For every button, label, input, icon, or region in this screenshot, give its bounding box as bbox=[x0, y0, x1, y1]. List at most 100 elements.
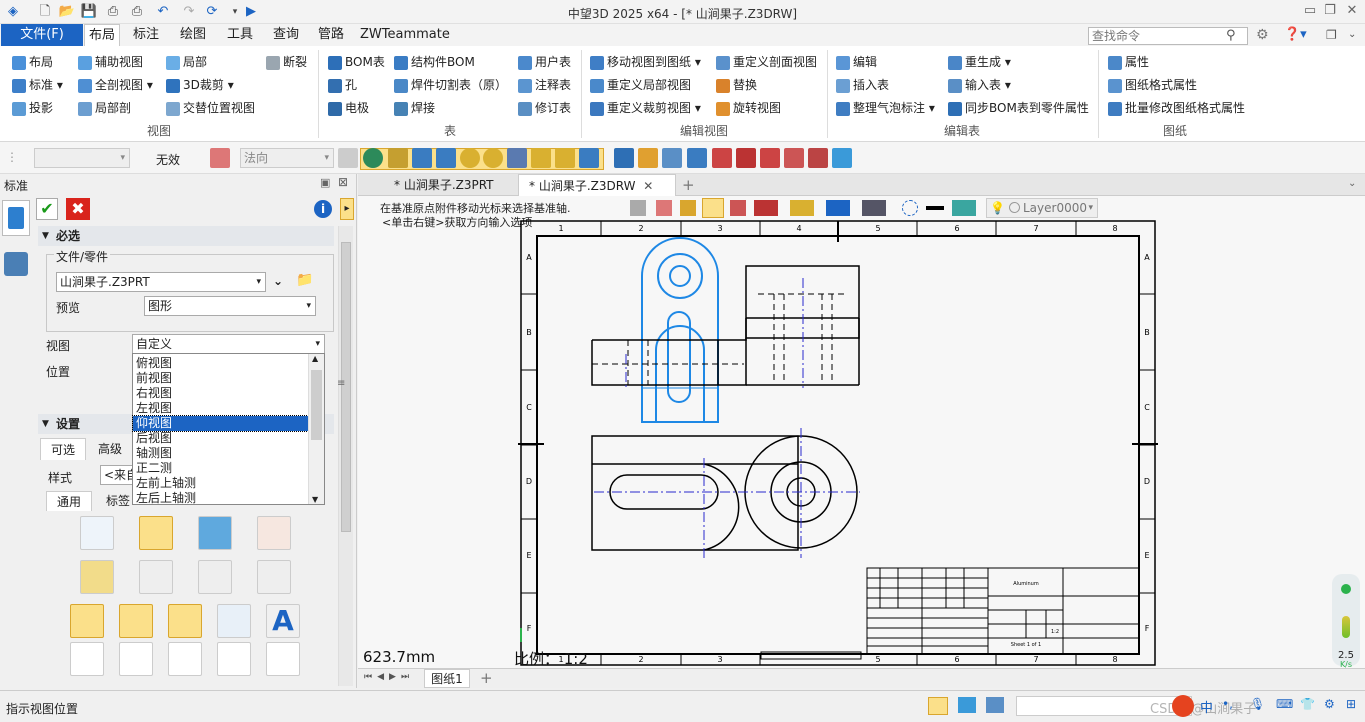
snap-center-icon[interactable] bbox=[483, 148, 503, 168]
add-tab-icon[interactable]: + bbox=[682, 176, 695, 194]
tab-general[interactable]: 通用 bbox=[46, 491, 92, 511]
ribbon-redefine-detail-button[interactable]: 重定义局部视图 bbox=[590, 75, 691, 95]
view-option[interactable]: 左后上轴测 bbox=[133, 491, 308, 506]
tab-annotate[interactable]: 标注 bbox=[128, 24, 164, 46]
dropdown-scroll-thumb[interactable] bbox=[311, 370, 322, 440]
cancel-button[interactable]: ✖ bbox=[66, 198, 90, 220]
ribbon-note-table-button[interactable]: 注释表 bbox=[518, 75, 571, 95]
snap-icon[interactable] bbox=[338, 148, 358, 168]
tab-zwteammate[interactable]: ZWTeammate bbox=[360, 24, 450, 46]
table-number-icon[interactable] bbox=[266, 642, 300, 676]
smooth-edge-icon[interactable] bbox=[198, 560, 232, 594]
align-icon[interactable] bbox=[687, 148, 707, 168]
pick-filter-icon[interactable] bbox=[210, 148, 230, 168]
dropdown-scrollbar[interactable]: ▲ ▼ bbox=[308, 354, 324, 504]
open-file-icon[interactable]: 📂 bbox=[58, 3, 76, 21]
ribbon-full-section-button[interactable]: 全剖视图 ▾ bbox=[78, 75, 153, 95]
snap-midpoint-icon[interactable] bbox=[436, 148, 456, 168]
tab-piping[interactable]: 管路 bbox=[313, 24, 349, 46]
ribbon-break-button[interactable]: 断裂 bbox=[266, 52, 307, 72]
snap-arc-icon[interactable] bbox=[555, 148, 575, 168]
status-table-icon[interactable] bbox=[928, 697, 948, 715]
tab-optional[interactable]: 可选 bbox=[40, 438, 86, 460]
ribbon-bom-button[interactable]: BOM表 bbox=[328, 52, 385, 72]
tangent-edge-icon[interactable] bbox=[139, 560, 173, 594]
ribbon-redefine-crop-button[interactable]: 重定义裁剪视图 ▾ bbox=[590, 98, 701, 118]
view-option[interactable]: 轴测图 bbox=[133, 446, 308, 461]
ribbon-rotate-view-button[interactable]: 旋转视图 bbox=[716, 98, 781, 118]
brush-icon[interactable] bbox=[760, 148, 780, 168]
layer-tool-icon[interactable] bbox=[862, 200, 886, 216]
run-icon[interactable]: ▶ bbox=[242, 3, 260, 21]
view-option[interactable]: 正二测 bbox=[133, 461, 308, 476]
ribbon-move-view-button[interactable]: 移动视图到图纸 ▾ bbox=[590, 52, 701, 72]
view-option[interactable]: 俯视图 bbox=[133, 356, 308, 371]
direction-select[interactable]: 法向 ▾ bbox=[240, 148, 334, 168]
close-tab-icon[interactable]: ✕ bbox=[643, 179, 653, 193]
ime-punct-icon[interactable]: •, bbox=[1222, 697, 1233, 711]
ribbon-input-table-button[interactable]: 输入表 ▾ bbox=[948, 75, 1011, 95]
search-icon[interactable]: ⚲ bbox=[1226, 28, 1236, 43]
delete-format-icon[interactable] bbox=[712, 148, 732, 168]
monitor-icon[interactable] bbox=[958, 697, 976, 713]
scroll-up-icon[interactable]: ▲ bbox=[312, 354, 318, 363]
hidden-edge-icon[interactable] bbox=[257, 560, 291, 594]
text-icon[interactable]: A bbox=[266, 604, 300, 638]
color-tool-icon[interactable] bbox=[952, 200, 976, 216]
snap-perp-icon[interactable] bbox=[579, 148, 599, 168]
ribbon-alt-position-button[interactable]: 交替位置视图 bbox=[166, 98, 255, 118]
panel-toggle-icon[interactable]: ❐ bbox=[1326, 28, 1337, 42]
snap-curve-icon[interactable] bbox=[507, 148, 527, 168]
hatch-icon[interactable] bbox=[217, 642, 251, 676]
ribbon-struct-bom-button[interactable]: 结构件BOM bbox=[394, 52, 475, 72]
file-select[interactable]: 山涧果子.Z3PRT ▾ bbox=[56, 272, 266, 292]
ime-grid-icon[interactable]: ⊞ bbox=[1346, 697, 1356, 711]
hidden-line-icon[interactable] bbox=[139, 516, 173, 550]
tab-query[interactable]: 查询 bbox=[268, 24, 304, 46]
ribbon-detail-button[interactable]: 局部 bbox=[166, 52, 207, 72]
help-icon[interactable]: ❓▾ bbox=[1284, 27, 1307, 42]
ribbon-partial-section-button[interactable]: 局部剖 bbox=[78, 98, 131, 118]
add-sheet-icon[interactable]: + bbox=[480, 669, 493, 687]
selection-circle-icon[interactable] bbox=[902, 200, 918, 216]
sheet-nav-icons[interactable]: ⏮◀▶⏭ bbox=[364, 672, 414, 682]
axis-icon[interactable] bbox=[119, 642, 153, 676]
ime-chinese-icon[interactable]: 中 bbox=[1200, 697, 1213, 716]
cube-icon[interactable] bbox=[614, 148, 634, 168]
ribbon-layout-button[interactable]: 布局 bbox=[12, 52, 53, 72]
expand-icon[interactable]: ⌄ bbox=[1348, 29, 1356, 40]
snap-play-icon[interactable] bbox=[363, 148, 383, 168]
tab-draw[interactable]: 绘图 bbox=[175, 24, 211, 46]
snap-circle-tool-icon[interactable] bbox=[790, 200, 814, 216]
ribbon-projection-button[interactable]: 投影 bbox=[12, 98, 53, 118]
projection-side-tab-icon[interactable] bbox=[4, 252, 28, 276]
ribbon-electrode-button[interactable]: 电极 bbox=[328, 98, 369, 118]
bracket-icon[interactable] bbox=[808, 148, 828, 168]
folder-icon[interactable]: 📁 bbox=[296, 272, 313, 288]
ribbon-replace-button[interactable]: 替换 bbox=[716, 75, 757, 95]
paint-icon[interactable] bbox=[662, 148, 682, 168]
ribbon-edit-button[interactable]: 编辑 bbox=[836, 52, 877, 72]
snap-point-icon[interactable] bbox=[388, 148, 408, 168]
redo-icon[interactable]: ↷ bbox=[180, 3, 198, 21]
ribbon-weld-button[interactable]: 焊接 bbox=[394, 98, 435, 118]
save-icon[interactable]: 💾 bbox=[80, 3, 98, 21]
line-weight-icon[interactable] bbox=[926, 206, 944, 210]
grid-icon[interactable] bbox=[736, 148, 756, 168]
ok-button[interactable]: ✔ bbox=[36, 198, 58, 220]
ribbon-insert-table-button[interactable]: 插入表 bbox=[836, 75, 889, 95]
doc-tab-z3drw[interactable]: * 山涧果子.Z3DRW ✕ bbox=[518, 174, 676, 196]
doc-tab-z3prt[interactable]: * 山涧果子.Z3PRT bbox=[384, 174, 504, 196]
view-option[interactable]: 左前上轴测 bbox=[133, 476, 308, 491]
print-icon[interactable]: ⎙ bbox=[104, 3, 122, 21]
tab-layout[interactable]: 布局 bbox=[84, 24, 120, 46]
marker-icon[interactable] bbox=[638, 148, 658, 168]
gear-icon[interactable]: ⚙ bbox=[1256, 27, 1269, 43]
preview-select[interactable]: 图形 ▾ bbox=[144, 296, 316, 316]
ribbon-arrange-balloon-button[interactable]: 整理气泡标注 ▾ bbox=[836, 98, 935, 118]
ribbon-batch-format-button[interactable]: 批量修改图纸格式属性 bbox=[1108, 98, 1245, 118]
drawing-sheet[interactable]: 12345678 1235678 ABCDEF ABCDEF Aluminum … bbox=[518, 218, 1158, 668]
view-option[interactable]: 前视图 bbox=[133, 371, 308, 386]
ribbon-user-table-button[interactable]: 用户表 bbox=[518, 52, 571, 72]
snap-tangent-icon[interactable] bbox=[531, 148, 551, 168]
